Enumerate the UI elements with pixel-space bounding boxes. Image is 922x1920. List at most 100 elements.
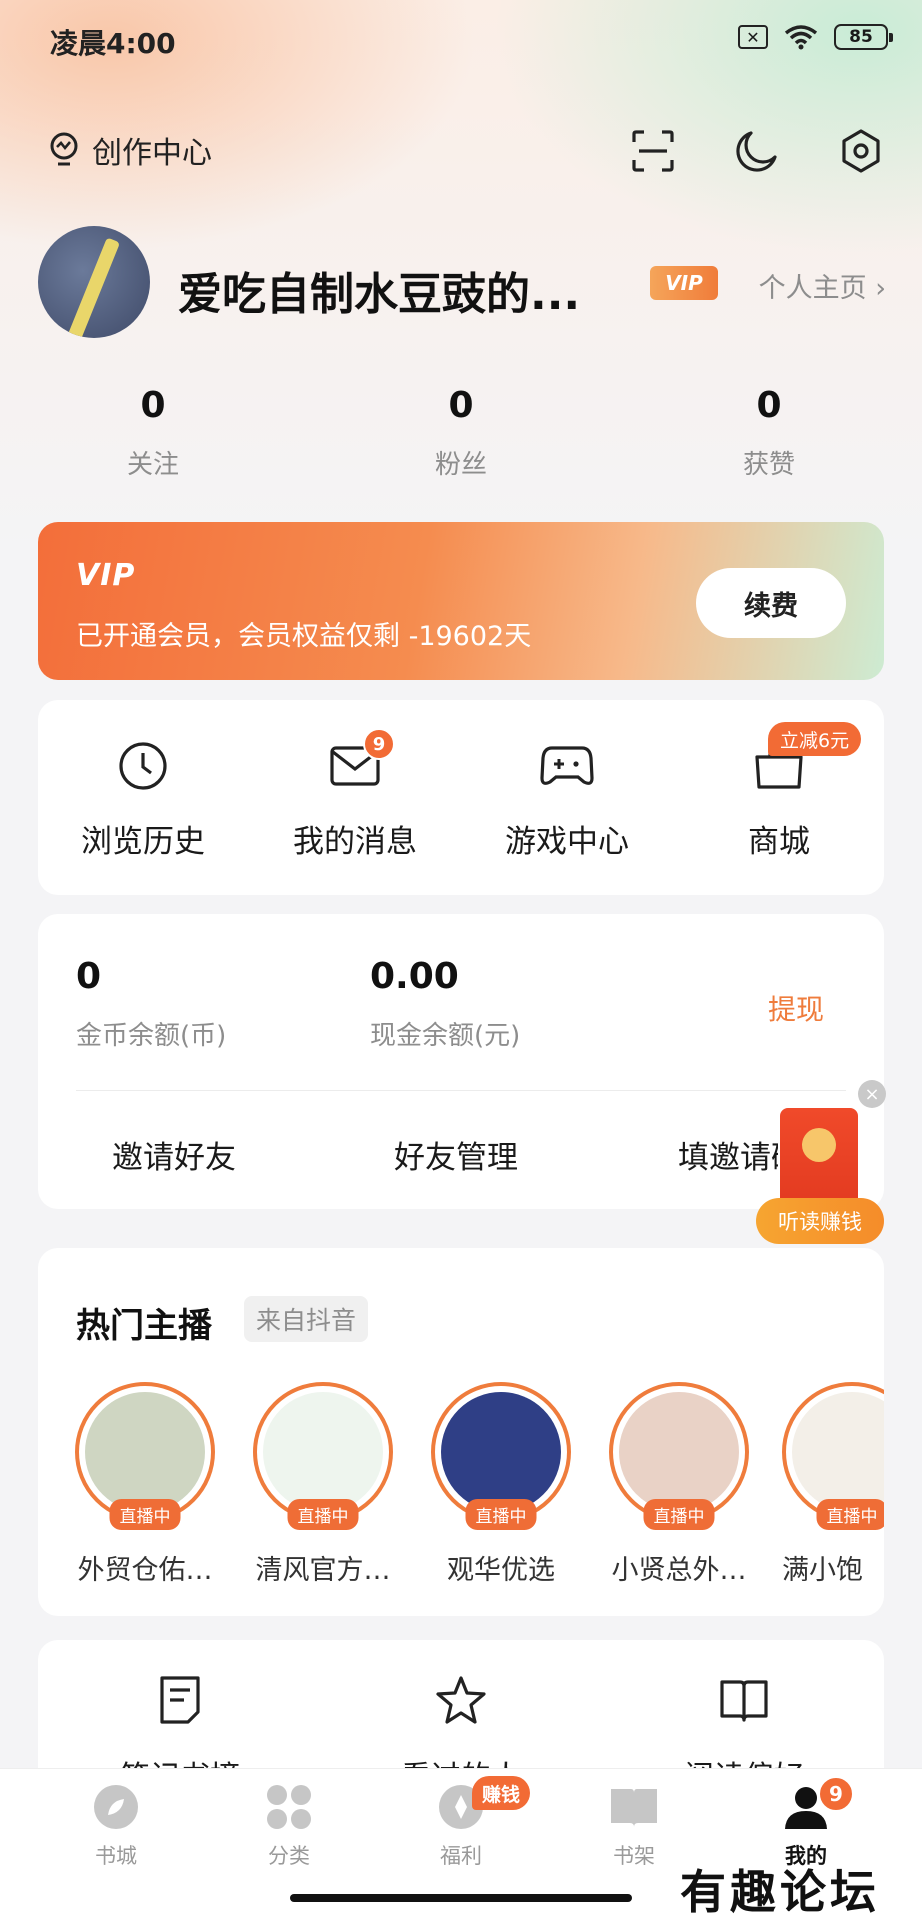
- stat-value: 0: [756, 385, 782, 426]
- tab-bookshelf[interactable]: 书架: [574, 1782, 694, 1870]
- divider: [76, 1090, 846, 1091]
- cash-value: 0.00: [370, 956, 459, 997]
- battery-icon: 85: [834, 24, 893, 50]
- live-badge: 直播中: [109, 1499, 181, 1530]
- listen-earn-button[interactable]: 听读赚钱: [756, 1198, 884, 1244]
- username: 爱吃自制水豆豉的...: [178, 269, 581, 320]
- streamer-image: [85, 1392, 205, 1512]
- streamer-image: [441, 1392, 561, 1512]
- earn-badge: 赚钱: [472, 1776, 531, 1810]
- streamer-name: 清风官方…: [255, 1555, 391, 1586]
- live-badge: 直播中: [816, 1499, 884, 1530]
- renew-button[interactable]: 续费: [696, 568, 846, 638]
- creator-center-label: 创作中心: [92, 136, 212, 171]
- no-sim-icon: ✕: [738, 25, 768, 49]
- coins-value: 0: [76, 956, 102, 997]
- mail-icon: 9: [327, 728, 395, 794]
- stat-label: 获赞: [742, 450, 795, 480]
- live-badge: 直播中: [643, 1499, 715, 1530]
- live-badge: 直播中: [287, 1499, 359, 1530]
- scan-icon[interactable]: [628, 126, 678, 176]
- menu-my-messages[interactable]: 9 我的消息: [250, 728, 460, 861]
- clock-icon: [115, 738, 171, 794]
- status-icons: ✕ 85: [738, 24, 893, 50]
- menu-label: 商城: [748, 824, 810, 860]
- withdraw-button[interactable]: 提现: [768, 988, 824, 1028]
- streamer-avatar: 直播中: [782, 1382, 884, 1530]
- stat-fans[interactable]: 0 粉丝: [371, 385, 551, 481]
- streamer-name: 满小饱: [782, 1555, 863, 1586]
- cash-balance[interactable]: 0.00 现金余额(元): [370, 956, 520, 1052]
- tab-label: 书架: [613, 1844, 655, 1868]
- streamer-avatar: 直播中: [609, 1382, 749, 1530]
- message-count-badge: 9: [363, 728, 395, 760]
- wifi-icon: [784, 25, 818, 50]
- streamer-avatar: 直播中: [431, 1382, 571, 1530]
- invite-friends-button[interactable]: 邀请好友: [112, 1132, 236, 1177]
- vip-membership-card[interactable]: VIP 已开通会员，会员权益仅剩 -19602天 续费: [38, 522, 884, 680]
- streamer-name: 观华优选: [447, 1555, 555, 1586]
- lightbulb-icon: [50, 132, 78, 166]
- bookshelf-icon: [609, 1782, 659, 1832]
- streamer-item[interactable]: 直播中 清风官方…: [248, 1382, 398, 1587]
- shop-discount-badge: 立减6元: [768, 722, 862, 756]
- enter-invite-code-button[interactable]: 填邀请码: [678, 1132, 778, 1177]
- compass-icon: [91, 1782, 141, 1832]
- mine-count-badge: 9: [818, 1776, 854, 1812]
- home-indicator[interactable]: [290, 1894, 632, 1902]
- tab-label: 分类: [268, 1844, 310, 1868]
- tab-label: 福利: [440, 1844, 482, 1868]
- settings-icon[interactable]: [836, 126, 886, 176]
- streamer-image: [619, 1392, 739, 1512]
- watermark: 有趣论坛: [680, 1865, 880, 1919]
- tab-category[interactable]: 分类: [229, 1782, 349, 1870]
- stat-value: 0: [448, 385, 474, 426]
- streamer-item[interactable]: 直播中 满小饱: [782, 1382, 884, 1587]
- streamer-image: [263, 1392, 383, 1512]
- stat-value: 0: [140, 385, 166, 426]
- creator-center-button[interactable]: 创作中心: [46, 128, 212, 172]
- menu-browse-history[interactable]: 浏览历史: [38, 738, 248, 861]
- menu-game-center[interactable]: 游戏中心: [462, 738, 672, 861]
- friend-management-button[interactable]: 好友管理: [394, 1132, 518, 1177]
- tab-bookstore[interactable]: 书城: [56, 1782, 176, 1870]
- vip-logo: VIP: [76, 558, 136, 593]
- red-envelope-icon[interactable]: [780, 1108, 858, 1210]
- vip-status-text: 已开通会员，会员权益仅剩 -19602天: [76, 621, 532, 652]
- stat-label: 粉丝: [434, 450, 487, 480]
- grid-icon: [264, 1782, 314, 1832]
- streamer-item[interactable]: 直播中 小贤总外…: [604, 1382, 754, 1587]
- streamer-image: [792, 1392, 884, 1512]
- note-icon[interactable]: [152, 1672, 208, 1728]
- stat-likes[interactable]: 0 获赞: [679, 385, 859, 481]
- gamepad-icon: [539, 738, 595, 794]
- tab-label: 书城: [95, 1844, 137, 1868]
- streamer-name: 外贸仓佑…: [77, 1555, 213, 1586]
- menu-shop[interactable]: 商城: [674, 738, 884, 861]
- menu-label: 游戏中心: [505, 824, 629, 860]
- streamer-item[interactable]: 直播中 观华优选: [426, 1382, 576, 1587]
- menu-label: 浏览历史: [81, 824, 205, 860]
- status-time: 凌晨4:00: [50, 27, 176, 60]
- star-icon[interactable]: [433, 1672, 489, 1728]
- streamer-name: 小贤总外…: [611, 1555, 747, 1586]
- coins-balance[interactable]: 0 金币余额(币): [76, 956, 226, 1052]
- live-badge: 直播中: [465, 1499, 537, 1530]
- section-title: 热门主播: [76, 1306, 212, 1346]
- stat-following[interactable]: 0 关注: [63, 385, 243, 481]
- stat-label: 关注: [126, 450, 179, 480]
- close-icon[interactable]: ×: [858, 1080, 886, 1108]
- night-mode-icon[interactable]: [732, 126, 782, 176]
- header-actions: [628, 126, 886, 176]
- vip-badge: VIP: [650, 266, 718, 300]
- streamer-avatar: 直播中: [75, 1382, 215, 1530]
- source-tag: 来自抖音: [244, 1296, 369, 1342]
- book-open-icon[interactable]: [716, 1672, 772, 1728]
- avatar[interactable]: [38, 226, 150, 338]
- coins-label: 金币余额(币): [76, 1021, 227, 1051]
- cash-label: 现金余额(元): [370, 1021, 521, 1051]
- streamer-item[interactable]: 直播中 外贸仓佑…: [70, 1382, 220, 1587]
- menu-label: 我的消息: [293, 824, 417, 860]
- streamer-avatar: 直播中: [253, 1382, 393, 1530]
- personal-homepage-link[interactable]: 个人主页 ›: [759, 266, 886, 305]
